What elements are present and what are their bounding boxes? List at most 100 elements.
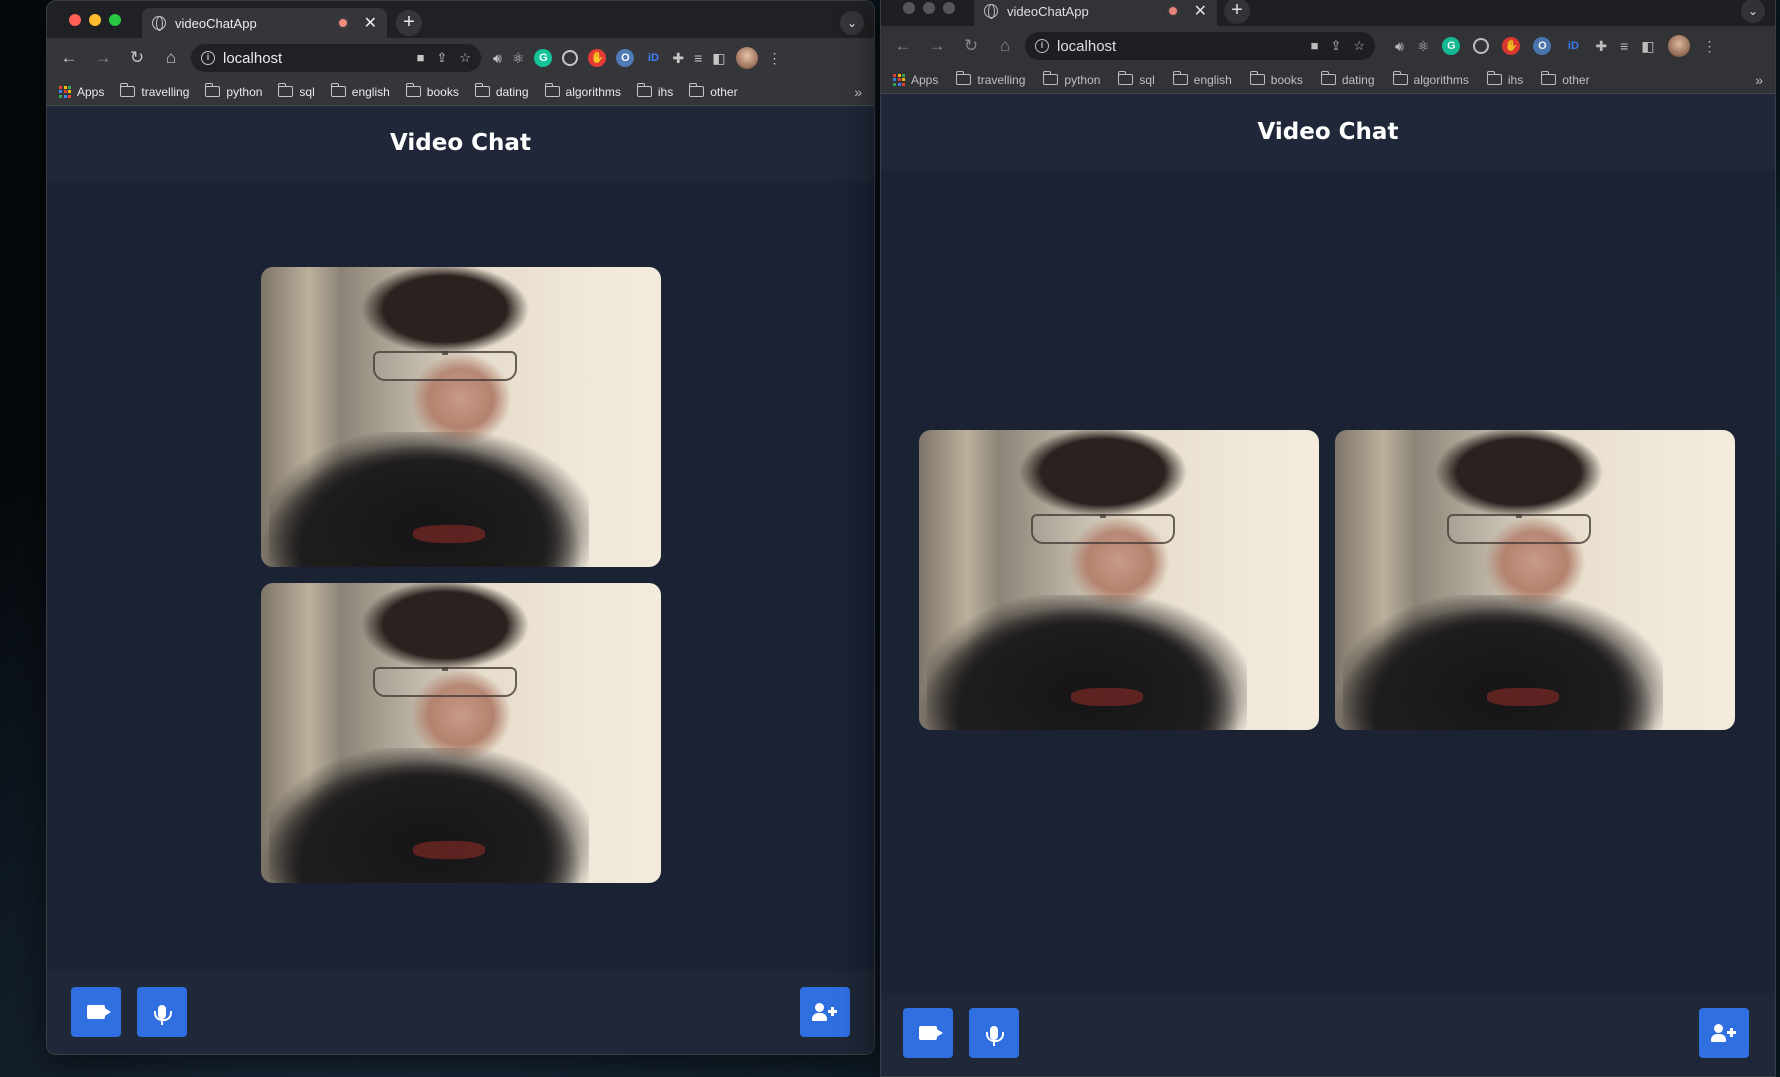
browser-tab[interactable]: videoChatApp ✕ bbox=[974, 0, 1217, 26]
bookmark-folder[interactable]: other bbox=[1541, 71, 1590, 87]
bookmark-folder[interactable]: python bbox=[1043, 71, 1100, 87]
puzzle-icon[interactable]: ✚ bbox=[1595, 38, 1607, 55]
site-info-icon[interactable]: i bbox=[1035, 39, 1049, 53]
extensions-area: 🔊︎ ⚛ G ✋ O iD ✚ ≡ ◧ ⋮ bbox=[493, 47, 782, 69]
side-panel-icon[interactable]: ◧ bbox=[1641, 38, 1654, 55]
close-tab-icon[interactable]: ✕ bbox=[364, 13, 377, 33]
more-menu-icon[interactable]: ⋮ bbox=[768, 50, 782, 67]
side-panel-icon[interactable]: ◧ bbox=[712, 50, 725, 67]
invite-user-button[interactable] bbox=[1699, 1008, 1749, 1058]
video-camera-icon bbox=[919, 1026, 937, 1040]
tab-search-button[interactable]: ⌄ bbox=[1741, 0, 1765, 23]
url-text[interactable]: localhost bbox=[1057, 38, 1303, 55]
puzzle-icon[interactable]: ✚ bbox=[672, 50, 684, 67]
new-tab-button[interactable]: + bbox=[396, 10, 422, 36]
bookmark-folder[interactable]: travelling bbox=[956, 71, 1025, 87]
camera-in-use-icon[interactable]: ■ bbox=[1311, 38, 1319, 54]
video-tile-local bbox=[919, 430, 1319, 730]
back-icon[interactable]: ← bbox=[55, 44, 83, 72]
invite-user-button[interactable] bbox=[800, 987, 850, 1037]
share-icon[interactable]: ⇪ bbox=[436, 50, 447, 66]
url-text[interactable]: localhost bbox=[223, 50, 409, 67]
back-icon[interactable]: ← bbox=[889, 32, 917, 60]
folder-icon bbox=[405, 83, 421, 97]
reading-list-icon[interactable]: ≡ bbox=[1620, 38, 1628, 54]
bookmark-folder[interactable]: algorithms bbox=[1392, 71, 1469, 87]
folder-icon bbox=[1172, 71, 1188, 85]
toggle-camera-button[interactable] bbox=[903, 1008, 953, 1058]
minimize-window-button[interactable] bbox=[923, 2, 935, 14]
close-window-button[interactable] bbox=[69, 14, 81, 26]
o-extension-icon[interactable]: O bbox=[1533, 37, 1552, 55]
bookmark-folder[interactable]: other bbox=[689, 83, 738, 99]
profile-avatar[interactable] bbox=[735, 47, 758, 69]
forward-icon[interactable]: → bbox=[923, 32, 951, 60]
bookmarks-overflow-button[interactable]: » bbox=[1755, 72, 1763, 88]
share-icon[interactable]: ⇪ bbox=[1330, 38, 1341, 54]
bookmark-folder[interactable]: python bbox=[205, 83, 262, 99]
home-icon[interactable]: ⌂ bbox=[157, 44, 185, 72]
folder-icon bbox=[956, 71, 972, 85]
bookmark-folder[interactable]: ihs bbox=[1486, 71, 1523, 87]
address-bar[interactable]: i localhost ■ ⇪ ☆ bbox=[191, 44, 481, 72]
tab-strip: videoChatApp ✕ + ⌄ bbox=[47, 1, 874, 38]
bookmark-folder[interactable]: ihs bbox=[636, 83, 673, 99]
bookmarks-bar: Apps travelling python sql english books… bbox=[47, 78, 874, 106]
grammarly-icon[interactable]: G bbox=[1442, 37, 1461, 55]
bookmark-folder[interactable]: english bbox=[1172, 71, 1232, 87]
camera-in-use-icon[interactable]: ■ bbox=[417, 50, 425, 66]
profile-avatar[interactable] bbox=[1667, 35, 1690, 57]
bookmark-star-icon[interactable]: ☆ bbox=[1353, 38, 1365, 54]
bookmark-apps[interactable]: Apps bbox=[893, 73, 938, 87]
forward-icon[interactable]: → bbox=[89, 44, 117, 72]
bookmark-folder[interactable]: sql bbox=[278, 83, 315, 99]
grammarly-icon[interactable]: G bbox=[534, 49, 553, 67]
reading-list-icon[interactable]: ≡ bbox=[694, 50, 702, 66]
audio-icon[interactable]: 🔊︎ bbox=[1395, 38, 1404, 55]
folder-icon bbox=[1486, 71, 1502, 85]
bookmark-folder[interactable]: algorithms bbox=[544, 83, 621, 99]
site-info-icon[interactable]: i bbox=[201, 51, 215, 65]
hand-extension-icon[interactable]: ✋ bbox=[588, 49, 607, 67]
zoom-window-button[interactable] bbox=[109, 14, 121, 26]
more-menu-icon[interactable]: ⋮ bbox=[1703, 38, 1717, 55]
address-bar[interactable]: i localhost ■ ⇪ ☆ bbox=[1025, 32, 1375, 60]
folder-icon bbox=[1541, 71, 1557, 85]
window-controls bbox=[903, 2, 955, 14]
react-devtools-icon[interactable]: ⚛ bbox=[512, 50, 525, 67]
id-extension-icon[interactable]: iD bbox=[644, 49, 662, 67]
browser-tab[interactable]: videoChatApp ✕ bbox=[142, 8, 387, 38]
bookmark-apps[interactable]: Apps bbox=[59, 85, 104, 99]
id-extension-icon[interactable]: iD bbox=[1564, 37, 1582, 55]
react-devtools-icon[interactable]: ⚛ bbox=[1417, 38, 1430, 55]
toggle-microphone-button[interactable] bbox=[969, 1008, 1019, 1058]
toggle-microphone-button[interactable] bbox=[137, 987, 187, 1037]
bookmark-folder[interactable]: books bbox=[405, 83, 459, 99]
zoom-window-button[interactable] bbox=[943, 2, 955, 14]
target-extension-icon[interactable] bbox=[562, 50, 579, 66]
bookmark-folder[interactable]: books bbox=[1249, 71, 1303, 87]
target-extension-icon[interactable] bbox=[1473, 38, 1490, 54]
bookmark-folder[interactable]: english bbox=[330, 83, 390, 99]
close-window-button[interactable] bbox=[903, 2, 915, 14]
bookmark-folder[interactable]: dating bbox=[1320, 71, 1375, 87]
minimize-window-button[interactable] bbox=[89, 14, 101, 26]
hand-extension-icon[interactable]: ✋ bbox=[1502, 37, 1521, 55]
folder-icon bbox=[1118, 71, 1134, 85]
audio-icon[interactable]: 🔊︎ bbox=[493, 50, 502, 67]
toggle-camera-button[interactable] bbox=[71, 987, 121, 1037]
bookmark-star-icon[interactable]: ☆ bbox=[459, 50, 471, 66]
reload-icon[interactable]: ↻ bbox=[123, 44, 151, 72]
new-tab-button[interactable]: + bbox=[1224, 0, 1250, 24]
bookmark-folder[interactable]: dating bbox=[474, 83, 529, 99]
bookmarks-overflow-button[interactable]: » bbox=[854, 84, 862, 100]
reload-icon[interactable]: ↻ bbox=[957, 32, 985, 60]
close-tab-icon[interactable]: ✕ bbox=[1194, 1, 1207, 21]
tab-search-button[interactable]: ⌄ bbox=[840, 11, 864, 35]
home-icon[interactable]: ⌂ bbox=[991, 32, 1019, 60]
browser-window-left: videoChatApp ✕ + ⌄ ← → ↻ ⌂ i localhost ■… bbox=[46, 0, 875, 1055]
extensions-area: 🔊︎ ⚛ G ✋ O iD ✚ ≡ ◧ ⋮ bbox=[1395, 35, 1717, 57]
bookmark-folder[interactable]: sql bbox=[1118, 71, 1155, 87]
bookmark-folder[interactable]: travelling bbox=[120, 83, 189, 99]
o-extension-icon[interactable]: O bbox=[616, 49, 635, 67]
